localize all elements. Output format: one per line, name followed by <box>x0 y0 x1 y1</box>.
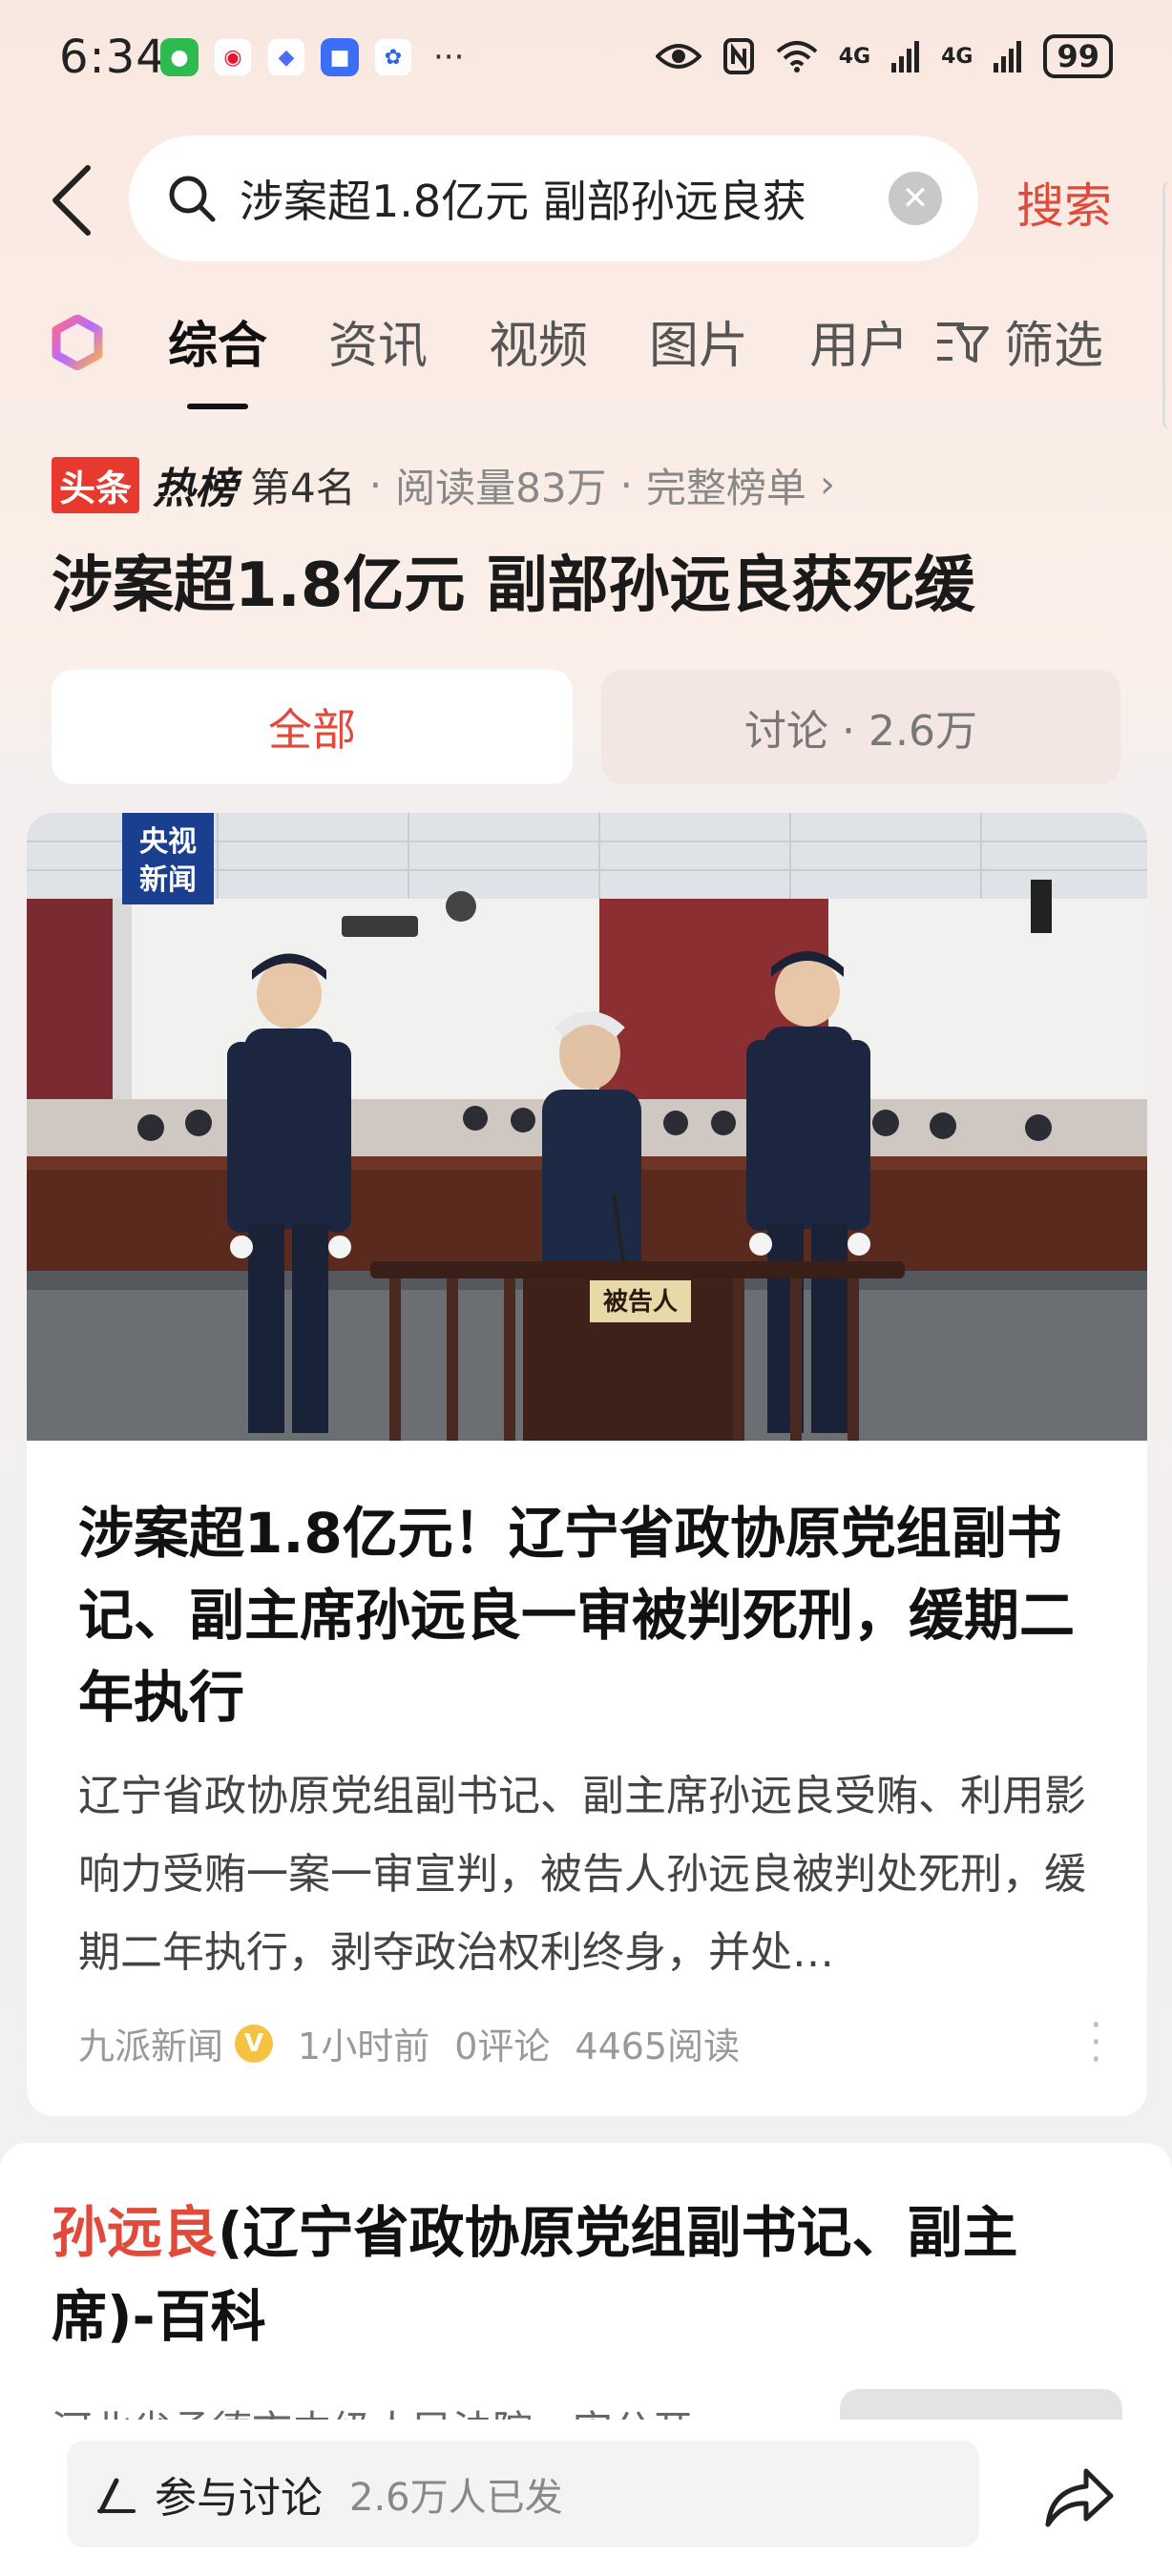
discussion-label: 参与讨论 <box>155 2474 323 2523</box>
pen-icon <box>97 2478 136 2514</box>
status-indicators: 4G 4G 99 <box>655 34 1113 78</box>
filter-button[interactable]: 筛选 <box>935 305 1103 377</box>
hot-topic-title: 涉案超1.8亿元 副部孙远良获死缓 <box>52 551 975 621</box>
cctv-watermark-line1: 央视 <box>139 825 197 859</box>
nfc-icon <box>722 38 754 74</box>
full-list-link[interactable]: 完整榜单 <box>646 456 806 514</box>
news-reads: 4465阅读 <box>575 2025 741 2067</box>
cctv-watermark-line2: 新闻 <box>139 863 197 897</box>
news-card[interactable]: 被告人 央视 新闻 涉案超1.8亿元！辽宁省政协原党组副书记、副主席孙远良一审被… <box>27 813 1147 2116</box>
search-button[interactable]: 搜索 <box>1016 168 1112 237</box>
discussion-input[interactable]: 参与讨论 2.6万人已发 <box>67 2441 979 2547</box>
wechat-icon: ● <box>160 38 199 76</box>
chevron-right-icon: › <box>819 463 835 507</box>
segment-discussion[interactable]: 讨论 · 2.6万 <box>601 670 1120 784</box>
discussion-count: 2.6万人已发 <box>349 2476 563 2520</box>
signal-icon: 4G <box>838 44 871 69</box>
app-icon: ◆ <box>267 38 305 76</box>
search-icon <box>169 176 216 222</box>
more-options-icon[interactable]: · · · <box>1090 2006 1102 2079</box>
news-time: 1小时前 <box>298 2025 430 2067</box>
status-app-icons: ● ◉ ◆ ■ ✿ ··· <box>160 38 464 76</box>
news-meta: 九派新闻 V 1小时前 0评论 4465阅读 <box>78 2017 740 2069</box>
news-description: 辽宁省政协原党组副书记、副主席孙远良受贿、利用影响力受贿一案一审宣判，被告人孙远… <box>78 1772 1086 1977</box>
signal-bars-icon <box>994 41 1022 73</box>
tab-news[interactable]: 资讯 <box>328 305 428 377</box>
weibo-icon: ◉ <box>214 38 252 76</box>
bottom-bar: 参与讨论 2.6万人已发 <box>0 2420 1172 2576</box>
baidu-icon: ✿ <box>374 38 412 76</box>
separator: · <box>619 461 633 509</box>
battery-indicator: 99 <box>1043 34 1113 78</box>
tab-users[interactable]: 用户 <box>809 305 909 377</box>
wifi-icon <box>776 41 818 73</box>
hot-rank: 第4名 <box>250 464 356 511</box>
share-icon[interactable] <box>1040 2458 1117 2534</box>
encyclopedia-title[interactable]: 孙远良(辽宁省政协原党组副书记、副主席)-百科 <box>52 2191 1082 2358</box>
tab-video[interactable]: 视频 <box>489 305 588 377</box>
separator: · <box>368 461 383 509</box>
clear-search-button[interactable]: ✕ <box>889 172 942 225</box>
title-highlight: 孙远良 <box>52 2200 219 2265</box>
stand-label: 被告人 <box>603 1288 678 1317</box>
filter-label: 筛选 <box>1004 318 1104 375</box>
hot-reads: 阅读量83万 <box>395 464 607 511</box>
search-input[interactable]: 涉案超1.8亿元 副部孙远良获 ✕ <box>129 135 978 261</box>
toutiao-badge: 头条 <box>52 456 140 513</box>
segment-all[interactable]: 全部 <box>52 670 573 784</box>
edge-handle[interactable] <box>1162 181 1172 429</box>
news-title[interactable]: 涉案超1.8亿元！辽宁省政协原党组副书记、副主席孙远良一审被判死刑，缓期二年执行 <box>78 1492 1109 1738</box>
signal-icon: 4G <box>941 44 973 69</box>
news-source[interactable]: 九派新闻 <box>78 2017 223 2069</box>
news-comments: 0评论 <box>454 2025 551 2067</box>
more-notifications-icon: ··· <box>433 38 465 76</box>
tab-images[interactable]: 图片 <box>649 305 748 377</box>
battery-level: 99 <box>1057 38 1099 74</box>
eye-icon <box>655 44 701 69</box>
signal-bars-icon <box>891 41 920 73</box>
filter-icon <box>937 322 989 363</box>
close-icon: ✕ <box>901 179 930 218</box>
back-button[interactable] <box>46 162 103 239</box>
search-query: 涉案超1.8亿元 副部孙远良获 <box>240 176 806 227</box>
tab-bar: 综合 资讯 视频 图片 用户 <box>168 305 909 409</box>
hot-list-row[interactable]: 头条 热榜 第4名 · 阅读量83万 · 完整榜单 › <box>52 454 835 515</box>
status-time: 6:34 <box>59 31 166 84</box>
app-icon: ■ <box>321 38 359 76</box>
verified-icon: V <box>235 2024 274 2063</box>
news-image[interactable]: 被告人 央视 新闻 <box>27 813 1147 1441</box>
tab-comprehensive[interactable]: 综合 <box>168 305 267 409</box>
hot-list-badge: 热榜 <box>153 465 238 513</box>
app-logo-icon[interactable] <box>50 315 105 370</box>
